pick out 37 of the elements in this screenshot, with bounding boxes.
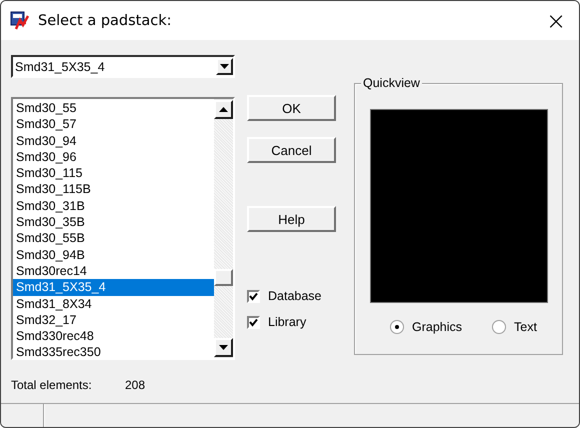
radio-button[interactable] [492,320,506,334]
list-item[interactable]: Smd31_5X35_4 [13,279,214,296]
checkbox[interactable] [247,290,260,302]
list-item[interactable]: Smd30_55B [13,230,214,247]
list-item[interactable]: Smd32_17 [13,312,214,328]
list-item[interactable]: Smd30_57 [13,116,214,133]
scroll-thumb[interactable] [214,269,233,286]
group-title: Quickview [361,76,422,90]
list-item[interactable]: Smd330rec48 [13,328,214,344]
checkbox-label: Database [268,289,322,303]
dialog-button[interactable]: OK [247,95,336,121]
list-item[interactable]: Smd30_96 [13,148,214,166]
list-item[interactable]: Smd335rec350 [13,344,214,358]
padstack-dropdown[interactable]: Smd31_5X35_4 [11,55,235,78]
checkbox[interactable] [247,316,260,328]
list-item[interactable]: Smd31_8X34 [13,296,214,312]
list-item[interactable]: Smd30_115B [13,181,214,198]
dialog-button[interactable]: Help [247,206,336,232]
list-item[interactable]: Smd30_35B [13,214,214,230]
window-title: Select a padstack: [38,12,173,28]
list-item[interactable]: Smd30_115 [13,165,214,182]
list-item[interactable]: Smd30_94 [13,132,214,149]
total-label: Total elements: [11,378,93,392]
close-button[interactable]: × [533,1,579,40]
checkbox-label: Library [268,315,306,329]
scroll-up-icon[interactable] [214,100,233,119]
radio-button[interactable] [390,320,404,334]
radio-label: Text [514,320,537,334]
list-item[interactable]: Smd30_94B [13,246,214,263]
radio-label: Graphics [412,320,462,334]
app-icon [10,10,30,30]
total-value: 208 [125,378,146,392]
scroll-down-icon[interactable] [214,338,233,357]
list-item[interactable]: Smd30_31B [13,198,214,214]
list-item[interactable]: Smd30rec14 [13,262,214,280]
dialog-button[interactable]: Cancel [247,137,336,163]
list-item[interactable]: Smd30_55 [13,100,214,116]
